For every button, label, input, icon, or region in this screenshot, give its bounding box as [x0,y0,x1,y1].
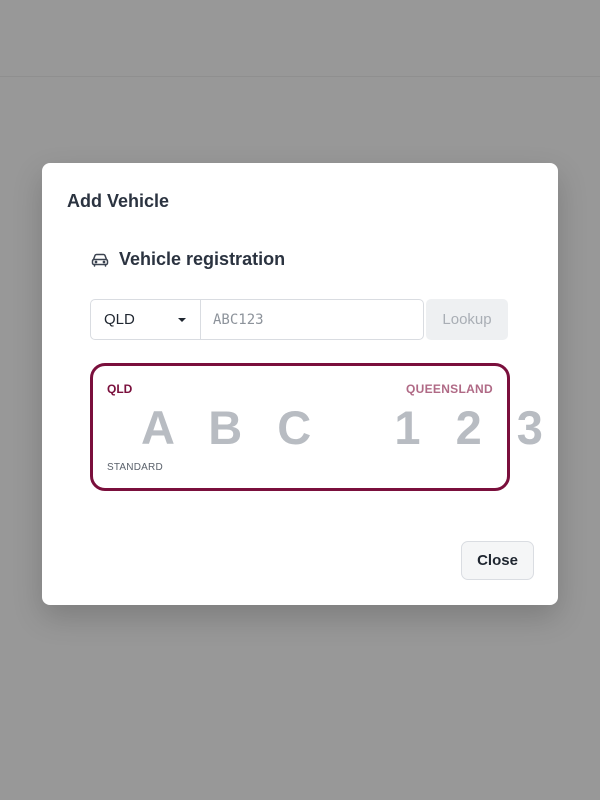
plate-preview: QLD QUEENSLAND A B C 1 2 3 STANDARD [90,363,543,491]
plate-number-preview: A B C 1 2 3 [141,401,554,454]
plate-type-label: STANDARD [107,462,163,473]
add-vehicle-dialog: Add Vehicle Vehicle registration QLD Loo… [42,163,558,605]
car-icon [91,253,109,267]
lookup-button[interactable]: Lookup [426,299,508,340]
close-button[interactable]: Close [461,541,534,580]
dialog-title: Add Vehicle [67,191,170,211]
vehicle-registration-section-header: Vehicle registration [90,249,285,270]
section-title: Vehicle registration [119,249,286,269]
plate-state-label: QLD [107,382,133,396]
state-select[interactable]: QLD [90,299,200,340]
registration-input-row: QLD Lookup [90,299,509,340]
plate-region-label: QUEENSLAND [405,382,493,396]
plate-number-input[interactable] [200,299,424,340]
chevron-down-icon [178,317,186,322]
state-select-value: QLD [104,311,135,328]
page-header-divider [0,76,600,77]
